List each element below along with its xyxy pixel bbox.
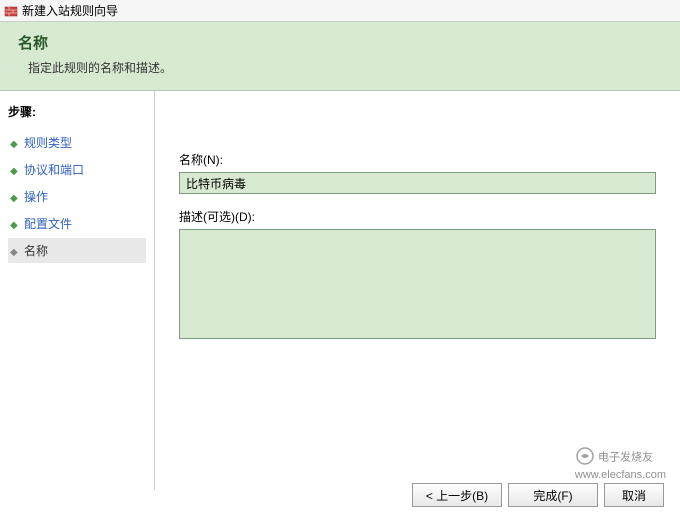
sidebar-item-label: 规则类型 <box>24 134 72 151</box>
back-button[interactable]: < 上一步(B) <box>412 483 502 507</box>
sidebar-item-rule-type[interactable]: ◆ 规则类型 <box>8 130 146 155</box>
window-title: 新建入站规则向导 <box>22 2 118 19</box>
sidebar: 步骤: ◆ 规则类型 ◆ 协议和端口 ◆ 操作 ◆ 配置文件 ◆ 名称 <box>0 91 155 490</box>
button-bar: < 上一步(B) 完成(F) 取消 <box>412 483 664 507</box>
name-label: 名称(N): <box>179 151 656 168</box>
titlebar: 新建入站规则向导 <box>0 0 680 22</box>
bullet-icon: ◆ <box>10 193 18 201</box>
sidebar-item-label: 配置文件 <box>24 215 72 232</box>
sidebar-item-profile[interactable]: ◆ 配置文件 <box>8 211 146 236</box>
sidebar-item-protocol-port[interactable]: ◆ 协议和端口 <box>8 157 146 182</box>
form-area: 名称(N): 描述(可选)(D): <box>155 91 680 490</box>
sidebar-item-label: 名称 <box>24 242 48 259</box>
description-label: 描述(可选)(D): <box>179 208 656 225</box>
sidebar-title: 步骤: <box>8 103 146 120</box>
page-subtitle: 指定此规则的名称和描述。 <box>28 59 662 76</box>
bullet-icon: ◆ <box>10 166 18 174</box>
main-content: 步骤: ◆ 规则类型 ◆ 协议和端口 ◆ 操作 ◆ 配置文件 ◆ 名称 名称(N… <box>0 91 680 490</box>
bullet-icon: ◆ <box>10 220 18 228</box>
sidebar-item-action[interactable]: ◆ 操作 <box>8 184 146 209</box>
sidebar-item-label: 操作 <box>24 188 48 205</box>
header-panel: 名称 指定此规则的名称和描述。 <box>0 22 680 91</box>
bullet-icon: ◆ <box>10 247 18 255</box>
description-textarea[interactable] <box>179 229 656 339</box>
cancel-button[interactable]: 取消 <box>604 483 664 507</box>
page-title: 名称 <box>18 32 662 53</box>
sidebar-item-name[interactable]: ◆ 名称 <box>8 238 146 263</box>
bullet-icon: ◆ <box>10 139 18 147</box>
firewall-icon <box>4 4 18 18</box>
sidebar-item-label: 协议和端口 <box>24 161 84 178</box>
name-input[interactable] <box>179 172 656 194</box>
finish-button[interactable]: 完成(F) <box>508 483 598 507</box>
